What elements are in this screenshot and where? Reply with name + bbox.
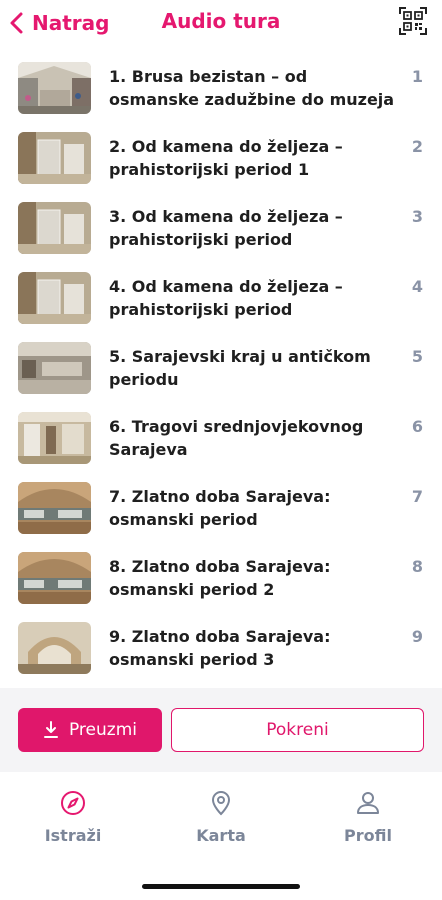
tour-item-4[interactable]: 4. Od kamena do željeza – prahistorijski…: [0, 265, 442, 335]
tab-explore[interactable]: Istraži: [18, 790, 128, 845]
tab-map[interactable]: Karta: [166, 790, 276, 845]
tour-item-2[interactable]: 2. Od kamena do željeza – prahistorijski…: [0, 125, 442, 195]
tour-item-number: 8: [411, 557, 423, 576]
tour-item-3[interactable]: 3. Od kamena do željeza – prahistorijski…: [0, 195, 442, 265]
tour-list: 1. Brusa bezistan – od osmanske zadužbin…: [0, 55, 442, 685]
qr-scan-button[interactable]: [398, 6, 428, 36]
tour-thumbnail: [18, 342, 91, 394]
tour-item-6[interactable]: 6. Tragovi srednjovjekovnog Sarajeva 6: [0, 405, 442, 475]
tour-item-1[interactable]: 1. Brusa bezistan – od osmanske zadužbin…: [0, 55, 442, 125]
tour-thumbnail: [18, 202, 91, 254]
tour-item-7[interactable]: 7. Zlatno doba Sarajeva: osmanski period…: [0, 475, 442, 545]
tour-item-title: 3. Od kamena do željeza – prahistorijski…: [109, 207, 343, 249]
qr-code-icon: [399, 7, 427, 35]
tour-item-9[interactable]: 9. Zlatno doba Sarajeva: osmanski period…: [0, 615, 442, 685]
tour-item-title: 5. Sarajevski kraj u antičkom periodu: [109, 347, 371, 389]
tab-label: Profil: [344, 826, 392, 845]
tour-item-title: 9. Zlatno doba Sarajeva: osmanski period…: [109, 627, 331, 669]
user-icon: [357, 792, 379, 814]
map-pin-icon: [211, 791, 231, 816]
tour-thumbnail: [18, 272, 91, 324]
download-label: Preuzmi: [68, 720, 137, 740]
tour-item-5[interactable]: 5. Sarajevski kraj u antičkom periodu 5: [0, 335, 442, 405]
tour-item-number: 5: [411, 347, 423, 366]
page-title: Audio tura: [161, 9, 281, 33]
tour-item-number: 4: [411, 277, 423, 296]
tour-thumbnail: [18, 552, 91, 604]
tour-item-title: 1. Brusa bezistan – od osmanske zadužbin…: [109, 67, 395, 109]
tour-item-title: 8. Zlatno doba Sarajeva: osmanski period…: [109, 557, 331, 599]
tour-item-title: 2. Od kamena do željeza – prahistorijski…: [109, 137, 343, 179]
tour-item-number: 9: [411, 627, 423, 646]
download-button[interactable]: Preuzmi: [18, 708, 162, 752]
tour-thumbnail: [18, 132, 91, 184]
tour-thumbnail: [18, 62, 91, 114]
tour-thumbnail: [18, 482, 91, 534]
tab-profile[interactable]: Profil: [313, 790, 423, 845]
tour-item-number: 3: [411, 207, 423, 226]
start-button[interactable]: Pokreni: [171, 708, 424, 752]
tour-item-number: 6: [411, 417, 423, 436]
bottom-tab-bar: Istraži Karta Profil: [0, 772, 442, 900]
download-icon: [43, 721, 58, 738]
start-label: Pokreni: [266, 720, 329, 740]
tab-label: Karta: [196, 826, 246, 845]
tour-thumbnail: [18, 412, 91, 464]
tour-item-title: 7. Zlatno doba Sarajeva: osmanski period: [109, 487, 331, 529]
tour-item-number: 2: [411, 137, 423, 156]
tour-item-number: 1: [411, 67, 423, 86]
compass-icon: [61, 791, 85, 815]
tour-item-number: 7: [411, 487, 423, 506]
tab-label: Istraži: [44, 826, 102, 845]
action-bar: Preuzmi Pokreni: [0, 688, 442, 772]
tour-thumbnail: [18, 622, 91, 674]
top-header: Natrag Audio tura: [0, 0, 442, 48]
home-indicator: [142, 884, 300, 889]
tour-item-title: 4. Od kamena do željeza – prahistorijski…: [109, 277, 343, 319]
tour-item-title: 6. Tragovi srednjovjekovnog Sarajeva: [109, 417, 364, 459]
tour-item-8[interactable]: 8. Zlatno doba Sarajeva: osmanski period…: [0, 545, 442, 615]
